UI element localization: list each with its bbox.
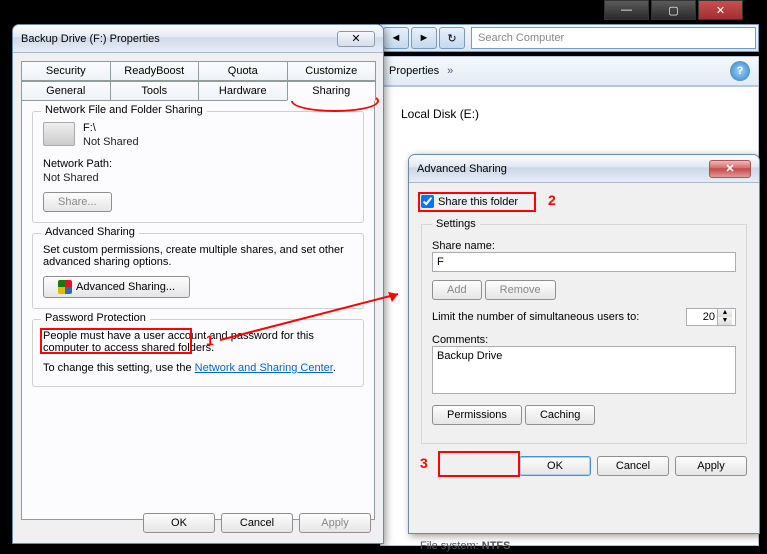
network-path-value: Not Shared (43, 172, 353, 184)
tab-general[interactable]: General (21, 81, 111, 101)
sharing-panel: Network File and Folder Sharing F:\ Not … (21, 100, 375, 520)
advanced-cancel-button[interactable]: Cancel (597, 456, 669, 476)
app-close-button[interactable]: ✕ (698, 0, 743, 20)
advanced-sharing-legend: Advanced Sharing (41, 226, 139, 238)
app-minimize-button[interactable]: — (604, 0, 649, 20)
share-button[interactable]: Share... (43, 192, 112, 212)
settings-legend: Settings (432, 218, 480, 230)
network-sharing-legend: Network File and Folder Sharing (41, 104, 207, 116)
properties-apply-button[interactable]: Apply (299, 513, 371, 533)
network-sharing-center-link[interactable]: Network and Sharing Center (195, 362, 333, 374)
advanced-apply-button[interactable]: Apply (675, 456, 747, 476)
tab-hardware[interactable]: Hardware (198, 81, 288, 101)
drive-path: F:\ (43, 122, 353, 134)
spin-up-icon[interactable]: ▲ (718, 309, 732, 317)
advanced-sharing-dialog: Advanced Sharing ✕ Share this folder Set… (408, 154, 760, 534)
help-icon[interactable]: ? (730, 61, 750, 81)
explorer-nav-bar: ◄ ► ↻ Search Computer (380, 24, 759, 52)
advanced-ok-button[interactable]: OK (519, 456, 591, 476)
advanced-sharing-titlebar: Advanced Sharing ✕ (409, 155, 759, 183)
nav-forward-button[interactable]: ► (411, 27, 437, 49)
search-input[interactable]: Search Computer (471, 27, 756, 49)
properties-close-button[interactable]: ✕ (337, 31, 375, 47)
advanced-sharing-group: Advanced Sharing Set custom permissions,… (32, 233, 364, 309)
limit-users-input[interactable] (687, 309, 717, 325)
refresh-icon[interactable]: ↻ (439, 27, 465, 49)
tab-security[interactable]: Security (21, 61, 111, 81)
caching-button[interactable]: Caching (525, 405, 595, 425)
tab-customize[interactable]: Customize (287, 61, 377, 81)
remove-share-button[interactable]: Remove (485, 280, 556, 300)
password-protection-group: Password Protection People must have a u… (32, 319, 364, 387)
network-sharing-group: Network File and Folder Sharing F:\ Not … (32, 111, 364, 223)
shared-status: Not Shared (43, 136, 353, 148)
spin-down-icon[interactable]: ▼ (718, 317, 732, 325)
comments-textarea[interactable]: Backup Drive (432, 346, 736, 394)
shield-icon (58, 280, 72, 294)
explorer-command-bar: Properties » ? (380, 56, 759, 86)
app-maximize-button[interactable]: ▢ (651, 0, 696, 20)
limit-users-label: Limit the number of simultaneous users t… (432, 311, 678, 323)
advanced-sharing-title: Advanced Sharing (417, 163, 507, 175)
tab-readyboost[interactable]: ReadyBoost (110, 61, 200, 81)
password-protection-legend: Password Protection (41, 312, 150, 324)
add-share-button[interactable]: Add (432, 280, 482, 300)
advanced-sharing-close-button[interactable]: ✕ (709, 160, 751, 178)
comments-label: Comments: (432, 334, 736, 346)
advanced-sharing-desc: Set custom permissions, create multiple … (43, 244, 353, 268)
file-system-info: File system: NTFS (420, 540, 510, 552)
properties-title: Backup Drive (F:) Properties (21, 33, 160, 45)
share-this-folder-checkbox[interactable] (421, 195, 434, 208)
properties-cancel-button[interactable]: Cancel (221, 513, 293, 533)
chevron-icon: » (447, 65, 453, 77)
tab-tools[interactable]: Tools (110, 81, 200, 101)
permissions-button[interactable]: Permissions (432, 405, 522, 425)
tab-sharing[interactable]: Sharing (287, 81, 377, 101)
share-name-input[interactable] (432, 252, 736, 272)
tab-quota[interactable]: Quota (198, 61, 288, 81)
network-path-label: Network Path: (43, 158, 353, 170)
disk-label: Local Disk (E:) (401, 107, 738, 121)
properties-label[interactable]: Properties (389, 65, 439, 77)
nav-back-button[interactable]: ◄ (383, 27, 409, 49)
properties-dialog: Backup Drive (F:) Properties ✕ Security … (12, 24, 384, 544)
share-this-folder-label: Share this folder (438, 196, 518, 208)
limit-users-spinbox[interactable]: ▲ ▼ (686, 308, 736, 326)
settings-fieldset: Settings Share name: Add Remove Limit th… (421, 218, 747, 444)
properties-ok-button[interactable]: OK (143, 513, 215, 533)
properties-titlebar: Backup Drive (F:) Properties ✕ (13, 25, 383, 53)
password-protection-desc: People must have a user account and pass… (43, 330, 353, 354)
share-name-label: Share name: (432, 240, 736, 252)
password-protection-change: To change this setting, use the Network … (43, 362, 353, 374)
advanced-sharing-button[interactable]: Advanced Sharing... (43, 276, 190, 298)
drive-icon (43, 122, 75, 146)
